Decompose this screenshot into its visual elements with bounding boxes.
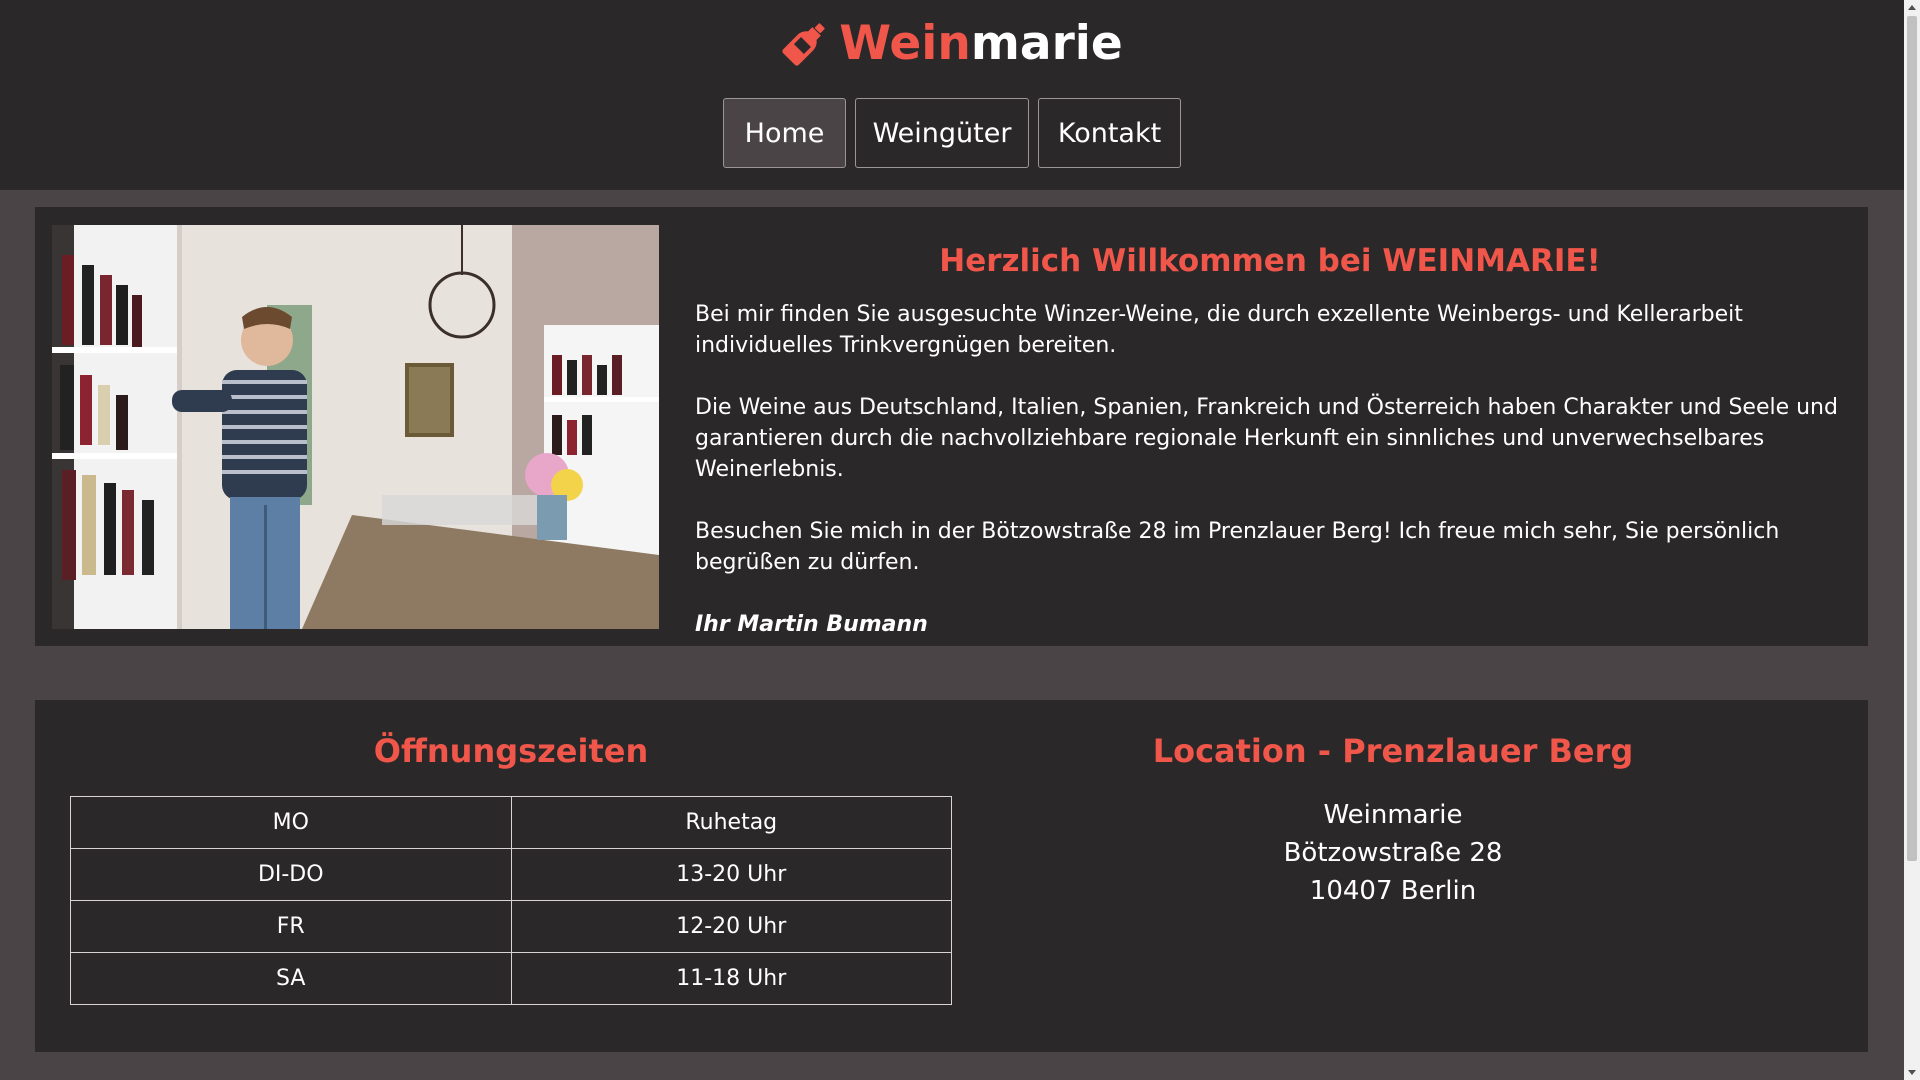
- scrollbar-thumb[interactable]: [1907, 16, 1917, 861]
- table-row: DI-DO 13-20 Uhr: [70, 848, 952, 901]
- table-row: MO Ruhetag: [70, 796, 952, 849]
- site-header: Weinmarie Home Weingüter Kontakt: [0, 0, 1904, 190]
- table-row: SA 11-18 Uhr: [70, 952, 952, 1005]
- location-name: Weinmarie: [1323, 800, 1463, 830]
- location-address: Weinmarie Bötzowstraße 28 10407 Berlin: [953, 796, 1833, 910]
- main-nav: Home Weingüter Kontakt: [0, 98, 1904, 168]
- nav-weingueter-button[interactable]: Weingüter: [855, 98, 1029, 168]
- location-city: 10407 Berlin: [1309, 876, 1477, 906]
- welcome-paragraph-1: Bei mir finden Sie ausgesuchte Winzer-We…: [695, 302, 1743, 358]
- wine-bottle-icon: [782, 23, 825, 66]
- welcome-signature: Ihr Martin Bumann: [695, 612, 928, 637]
- table-row: FR 12-20 Uhr: [70, 900, 952, 953]
- welcome-paragraph-2: Die Weine aus Deutschland, Italien, Span…: [695, 395, 1838, 482]
- hours-time: Ruhetag: [510, 796, 952, 849]
- opening-hours-title: Öffnungszeiten: [373, 732, 649, 770]
- welcome-section: Herzlich Willkommen bei WEINMARIE! Bei m…: [35, 207, 1868, 646]
- welcome-paragraph-3: Besuchen Sie mich in der Bötzowstraße 28…: [695, 519, 1780, 575]
- location-title: Location - Prenzlauer Berg: [1152, 732, 1634, 770]
- shop-photo: [52, 225, 659, 629]
- site-logo[interactable]: Weinmarie: [0, 16, 1904, 72]
- welcome-text: Herzlich Willkommen bei WEINMARIE! Bei m…: [695, 243, 1845, 640]
- hours-time: 11-18 Uhr: [510, 952, 952, 1005]
- hours-day: SA: [70, 952, 512, 1005]
- nav-home-button[interactable]: Home: [723, 98, 846, 168]
- logo-text-wein: Wein: [839, 16, 971, 71]
- scroll-up-arrow-icon[interactable]: [1904, 0, 1920, 16]
- info-section: Öffnungszeiten MO Ruhetag DI-DO 13-20 Uh…: [35, 700, 1868, 1052]
- hours-day: FR: [70, 900, 512, 953]
- hours-time: 12-20 Uhr: [510, 900, 952, 953]
- hours-time: 13-20 Uhr: [510, 848, 952, 901]
- shop-photo-illustration: [52, 225, 659, 629]
- welcome-title: Herzlich Willkommen bei WEINMARIE!: [939, 243, 1601, 279]
- scroll-down-arrow-icon[interactable]: [1904, 1064, 1920, 1080]
- opening-hours-table: MO Ruhetag DI-DO 13-20 Uhr FR 12-20 Uhr …: [70, 796, 952, 1005]
- page-viewport: Weinmarie Home Weingüter Kontakt Herzlic…: [0, 0, 1904, 1080]
- nav-kontakt-button[interactable]: Kontakt: [1038, 98, 1181, 168]
- logo-text-marie: marie: [970, 16, 1123, 71]
- vertical-scrollbar[interactable]: [1904, 0, 1920, 1080]
- hours-day: DI-DO: [70, 848, 512, 901]
- location-street: Bötzowstraße 28: [1283, 838, 1503, 868]
- hours-day: MO: [70, 796, 512, 849]
